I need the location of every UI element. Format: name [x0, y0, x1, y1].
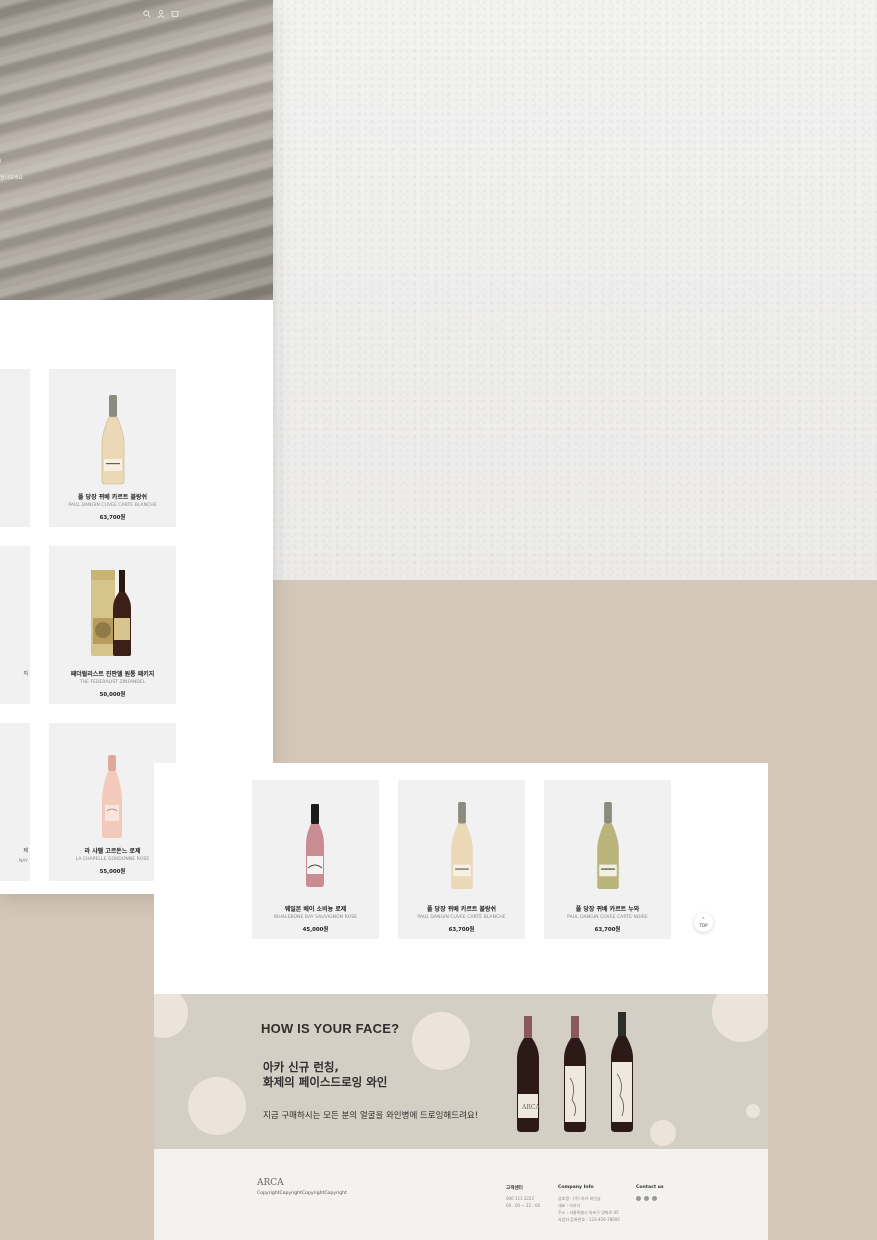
footer-company-line: 상호명 : (주) 아카 와인샵	[558, 1196, 601, 1201]
product-name: 폴 당장 뀌베 카르트 블랑쉬	[426, 906, 497, 913]
product-english-name: WHALEBONE BAY SAUVIGNON ROSE	[273, 915, 358, 920]
footer-cs-heading: 고객센터	[506, 1186, 523, 1191]
search-icon[interactable]	[143, 10, 151, 21]
footer-cs-phone: 000 111 2222	[506, 1196, 534, 1201]
product-card[interactable]: 폴 당장 뀌베 카르트 블랑쉬 PAUL DANGIN CUVEE CARTE …	[49, 369, 176, 527]
rose-bottle-image	[102, 755, 122, 838]
cart-icon[interactable]	[171, 10, 179, 21]
decor-circle	[712, 994, 768, 1042]
product-card[interactable]: 폴 당장 뀌베 카르트 누와 PAUL DANGIN CUVEE CARTE N…	[544, 780, 671, 939]
product-english-name: THE FEDERALIST ZINFANDEL	[79, 680, 146, 685]
footer-copyright: CopyrightCopyrightCopyrightCopyright	[257, 1191, 347, 1196]
scroll-top-button[interactable]: ⌃ TOP	[694, 913, 713, 932]
mockup-product-list: I 헌나보세요 지 제 NAY 폴 당장 뀌베 카르트 블랑쉬 PAUL DAN…	[0, 0, 273, 894]
banner-description: 지금 구매하시는 모든 분의 얼굴을 와인병에 드로잉해드려요!	[263, 1111, 479, 1121]
product-card[interactable]: 폴 당장 뀌베 카르트 블랑쉬 PAUL DANGIN CUVEE CARTE …	[398, 780, 525, 939]
header-icons	[143, 10, 179, 21]
product-name: 페더럴리스트 진판델 원통 패키지	[70, 671, 155, 678]
partial-card-text: 지	[23, 671, 28, 677]
partial-product-card[interactable]: 지	[0, 546, 30, 704]
hero-text-fragment-2: 헌나보세요	[0, 175, 24, 181]
product-english-name: PAUL DANGIN CUVEE CARTE BLANCHE	[417, 915, 506, 920]
product-price: 63,700원	[448, 927, 475, 933]
user-icon[interactable]	[157, 10, 165, 21]
hero-sand-image: I 헌나보세요	[0, 0, 273, 300]
partial-card-text: 제	[23, 848, 28, 854]
mockup-product-page: 웨일본 베이 소비뇽 로제 WHALEBONE BAY SAUVIGNON RO…	[154, 763, 768, 1240]
product-price: 63,700원	[99, 515, 126, 521]
instagram-icon[interactable]	[636, 1196, 641, 1201]
decor-circle	[746, 1104, 760, 1118]
footer-company-line: 사업자 등록번호 : 123-456-78000	[558, 1217, 620, 1222]
facebook-icon[interactable]	[644, 1196, 649, 1201]
banner-title: HOW IS YOUR FACE?	[261, 1021, 400, 1036]
footer-company-line: 주소 : 서울특별시 마포구 양화로 45	[558, 1210, 619, 1215]
footer-company-heading: Company Info	[558, 1185, 594, 1190]
product-english-name: PAUL DANGIN CUVEE CARTE NOIRE	[567, 915, 648, 920]
banner-subtitle-line1: 아카 신규 런칭,	[263, 1060, 339, 1074]
footer-logo[interactable]: ARCA	[257, 1178, 284, 1188]
champagne-bottle-image	[451, 801, 473, 890]
product-card[interactable]: 페더럴리스트 진판델 원통 패키지 THE FEDERALIST ZINFAND…	[49, 546, 176, 704]
partial-product-card[interactable]	[0, 369, 30, 527]
product-price: 45,000원	[302, 927, 329, 933]
svg-text:ARCA: ARCA	[521, 1104, 540, 1111]
blog-icon[interactable]	[652, 1196, 657, 1201]
product-name: 폴 당장 뀌베 카르트 블랑쉬	[77, 494, 148, 501]
promo-banner[interactable]: HOW IS YOUR FACE? 아카 신규 런칭, 화제의 페이스드로잉 와…	[154, 994, 768, 1149]
decor-circle	[154, 994, 188, 1038]
partial-product-card[interactable]: 제 NAY	[0, 723, 30, 881]
green-champagne-bottle-image	[597, 801, 619, 890]
footer-cs-hours: 09 : 00 ~ 22 : 00	[506, 1203, 541, 1208]
product-price: 50,000원	[99, 692, 126, 698]
product-card[interactable]: 웨일본 베이 소비뇽 로제 WHALEBONE BAY SAUVIGNON RO…	[252, 780, 379, 939]
champagne-bottle-image	[101, 395, 125, 485]
product-name: 폴 당장 뀌베 카르트 누와	[575, 906, 640, 913]
product-price: 63,700원	[594, 927, 621, 933]
product-name: 웨일본 베이 소비뇽 로제	[284, 906, 347, 913]
top-button-label: TOP	[699, 922, 708, 928]
decor-circle	[650, 1120, 676, 1146]
footer-company-line: 대표 : 아카다	[558, 1203, 581, 1208]
partial-card-text: NAY	[18, 859, 28, 864]
hero-text-fragment-1: I	[0, 159, 2, 165]
face-drawing-wine-bottles-image: ARCA	[517, 1012, 633, 1132]
banner-subtitle-line2: 화제의 페이스드로잉 와인	[263, 1075, 388, 1089]
site-footer: ARCA CopyrightCopyrightCopyrightCopyrigh…	[154, 1149, 768, 1240]
product-english-name: PAUL DANGIN CUVEE CARTE BLANCHE	[68, 503, 157, 508]
zinfandel-package-image	[91, 570, 131, 656]
footer-contact-heading: Contact us	[636, 1185, 664, 1190]
decor-circle	[188, 1077, 246, 1135]
rose-wine-bottle-image	[306, 804, 324, 887]
decor-circle	[412, 1012, 470, 1070]
